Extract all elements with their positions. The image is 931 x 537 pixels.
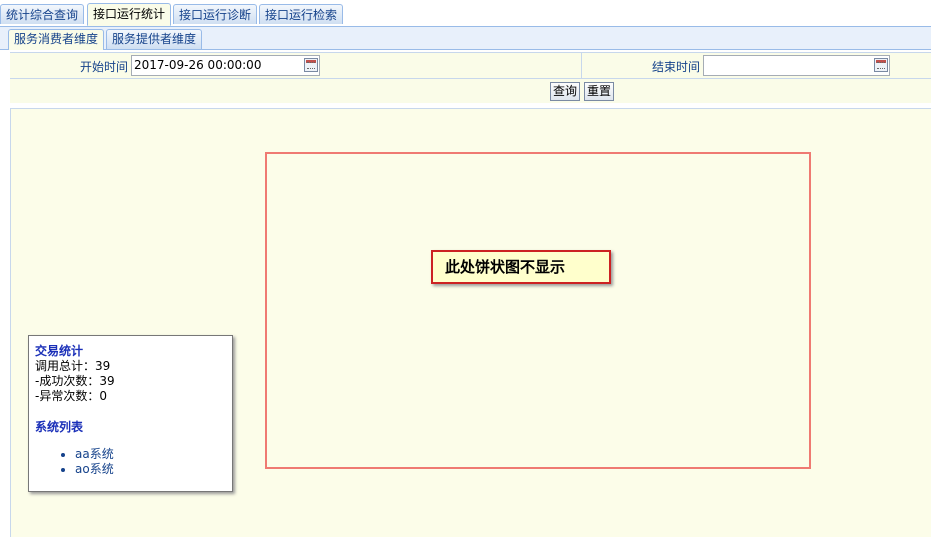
start-time-label: 开始时间 <box>79 60 128 74</box>
tab-consumer-dimension[interactable]: 服务消费者维度 <box>8 29 105 50</box>
tab-interface-search[interactable]: 接口运行检索 <box>259 4 344 24</box>
error-count: -异常次数：0 <box>35 389 107 403</box>
form-divider <box>581 53 582 78</box>
system-list-item[interactable]: ao系统 <box>75 462 226 477</box>
chart-unavailable-message: 此处饼状图不显示 <box>431 250 611 284</box>
system-list: aa系统 ao系统 <box>35 447 226 477</box>
tab-stat-overview[interactable]: 统计综合查询 <box>0 4 85 24</box>
system-list-item[interactable]: aa系统 <box>75 447 226 462</box>
success-count: -成功次数：39 <box>35 374 115 388</box>
start-time-value: 2017-09-26 00:00:00 <box>134 58 262 72</box>
end-time-label: 结束时间 <box>651 60 700 74</box>
tab-interface-diagnosis[interactable]: 接口运行诊断 <box>173 4 258 24</box>
reset-button[interactable]: 重置 <box>584 82 615 101</box>
calendar-icon[interactable] <box>304 58 318 72</box>
tab-interface-stats[interactable]: 接口运行统计 <box>87 3 172 26</box>
transaction-stats-box: 交易统计 调用总计：39 -成功次数：39 -异常次数：0 系统列表 aa系统 … <box>28 335 233 492</box>
calendar-icon[interactable] <box>874 58 888 72</box>
system-list-title: 系统列表 <box>35 420 84 434</box>
form-row-buttons: 查询 重置 <box>10 79 931 103</box>
total-calls: 调用总计：39 <box>35 359 111 373</box>
main-tab-bar: 统计综合查询 接口运行统计 接口运行诊断 接口运行检索 ˊ <box>0 0 931 27</box>
tab-provider-dimension[interactable]: 服务提供者维度 <box>106 29 203 49</box>
query-form: 开始时间 2017-09-26 00:00:00 结束时间 查询 重置 <box>10 52 931 103</box>
start-time-input[interactable]: 2017-09-26 00:00:00 <box>131 55 320 76</box>
pie-chart-area: 此处饼状图不显示 <box>265 152 811 469</box>
end-time-input[interactable] <box>703 55 890 76</box>
form-row-dates: 开始时间 2017-09-26 00:00:00 结束时间 <box>10 53 931 79</box>
sub-tab-bar: 服务消费者维度 服务提供者维度 <box>0 27 931 50</box>
query-button[interactable]: 查询 <box>550 82 581 101</box>
corner-mark: ˊ <box>916 0 923 10</box>
transaction-stats-title: 交易统计 <box>35 344 84 358</box>
results-panel: 交易统计 调用总计：39 -成功次数：39 -异常次数：0 系统列表 aa系统 … <box>10 108 931 537</box>
